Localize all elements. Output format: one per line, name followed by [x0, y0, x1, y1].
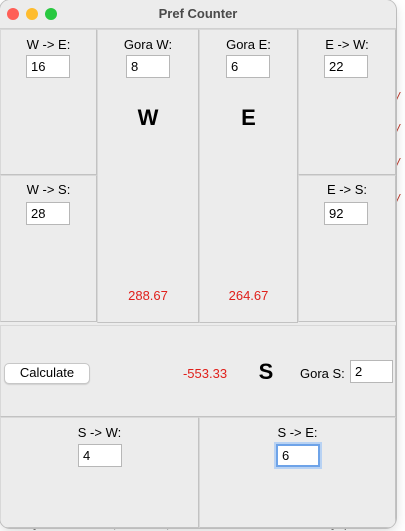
south-letter: S — [258, 359, 274, 384]
gora-e-input[interactable]: 6 — [226, 55, 270, 78]
west-letter: W — [137, 105, 159, 130]
e-to-s-label: E -> S: — [326, 182, 368, 197]
s-to-w-label: S -> W: — [77, 425, 122, 440]
e-to-s-input[interactable]: 92 — [324, 202, 368, 225]
e-to-w-label: E -> W: — [325, 37, 369, 52]
gora-s-label: Gora S: — [300, 366, 345, 381]
window-title: Pref Counter — [158, 6, 238, 21]
east-letter: E — [241, 105, 256, 130]
panel-middle: Calculate -553.33 S Gora S: 2 — [0, 325, 396, 417]
panel-s-to-w: S -> W: 4 — [0, 417, 199, 528]
w-to-e-label: W -> E: — [26, 37, 71, 52]
panel-s-to-e: S -> E: 6 — [199, 417, 396, 528]
background-terminal: / / / / — [395, 0, 405, 531]
s-to-w-input[interactable]: 4 — [78, 444, 122, 467]
gora-e-label: Gora E: — [226, 37, 271, 52]
app-window: Pref Counter W -> E: 16 W -> S: 28 Gora … — [0, 0, 396, 528]
titlebar[interactable]: Pref Counter — [0, 0, 396, 29]
e-to-w-input[interactable]: 22 — [324, 55, 368, 78]
panel-gora-w: Gora W: 8 W 288.67 — [97, 29, 199, 323]
s-to-e-label: S -> E: — [277, 425, 318, 440]
w-to-s-label: W -> S: — [26, 182, 71, 197]
panel-gora-e: Gora E: 6 E 264.67 — [199, 29, 298, 323]
w-to-e-input[interactable]: 16 — [26, 55, 70, 78]
calculate-button[interactable]: Calculate — [4, 363, 90, 384]
s-to-e-input[interactable]: 6 — [276, 444, 320, 467]
panel-w-to-e: W -> E: 16 — [0, 29, 97, 175]
west-result: 288.67 — [128, 288, 168, 303]
panel-e-to-s: E -> S: 92 — [298, 175, 396, 322]
panel-e-to-w: E -> W: 22 — [298, 29, 396, 175]
gora-w-label: Gora W: — [123, 37, 173, 52]
south-result: -553.33 — [182, 366, 228, 381]
w-to-s-input[interactable]: 28 — [26, 202, 70, 225]
east-result: 264.67 — [228, 288, 269, 303]
gora-w-input[interactable]: 8 — [126, 55, 170, 78]
gora-s-input[interactable]: 2 — [350, 360, 393, 383]
panel-w-to-s: W -> S: 28 — [0, 175, 97, 322]
